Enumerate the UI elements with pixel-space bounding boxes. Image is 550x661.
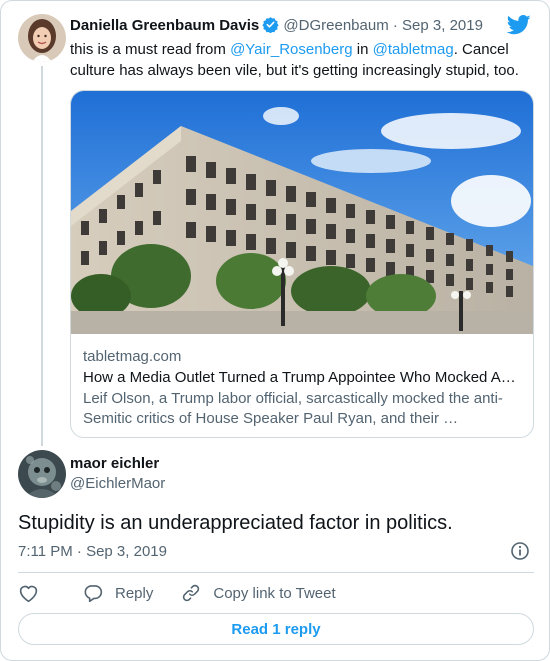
tweet-text: Stupidity is an underappreciated factor … bbox=[18, 512, 453, 534]
verified-badge-icon bbox=[262, 16, 279, 39]
author-name[interactable]: maor eichler bbox=[70, 454, 159, 474]
link-card-meta: tabletmag.com How a Media Outlet Turned … bbox=[83, 347, 523, 429]
thread-connector-line bbox=[41, 66, 43, 446]
text-segment: in bbox=[352, 41, 373, 58]
heart-icon bbox=[19, 585, 38, 603]
tweet-actions: Reply Copy link to Tweet bbox=[18, 582, 336, 604]
quoted-author-avatar[interactable] bbox=[18, 14, 66, 62]
copy-link-label: Copy link to Tweet bbox=[213, 584, 336, 602]
link-icon bbox=[183, 584, 200, 602]
read-replies-button[interactable]: Read 1 reply bbox=[18, 613, 534, 645]
reply-bubble-icon bbox=[84, 585, 103, 603]
actions-divider bbox=[18, 572, 534, 573]
quoted-tweet-text: this is a must read from @Yair_Rosenberg… bbox=[70, 39, 530, 81]
like-button[interactable] bbox=[18, 583, 51, 603]
quoted-tweet-date[interactable]: Sep 3, 2019 bbox=[402, 17, 483, 34]
author-avatar[interactable] bbox=[18, 450, 66, 498]
tweet-timestamp[interactable]: 7:11 PM · Sep 3, 2019 bbox=[18, 542, 167, 562]
link-title: How a Media Outlet Turned a Trump Appoin… bbox=[83, 369, 516, 386]
tweet-embed-card: Daniella Greenbaum Davis @DGreenbaum · S… bbox=[0, 0, 550, 661]
info-icon[interactable] bbox=[510, 541, 530, 566]
article-link-card[interactable]: tabletmag.com How a Media Outlet Turned … bbox=[70, 90, 534, 438]
link-domain: tabletmag.com bbox=[83, 348, 182, 365]
quoted-author-name[interactable]: Daniella Greenbaum Davis bbox=[70, 17, 259, 34]
quoted-author-handle[interactable]: @DGreenbaum bbox=[283, 17, 388, 34]
header-separator: · bbox=[392, 17, 398, 34]
twitter-bird-icon[interactable] bbox=[506, 15, 531, 40]
link-description: Leif Olson, a Trump labor official, sarc… bbox=[83, 390, 503, 427]
reply-button[interactable]: Reply bbox=[83, 583, 153, 603]
mention-link[interactable]: @Yair_Rosenberg bbox=[230, 41, 353, 58]
quoted-tweet-header: Daniella Greenbaum Davis @DGreenbaum · S… bbox=[70, 16, 483, 39]
copy-link-button[interactable]: Copy link to Tweet bbox=[181, 583, 336, 603]
mention-link[interactable]: @tabletmag bbox=[373, 41, 454, 58]
text-segment: this is a must read from bbox=[70, 41, 231, 58]
author-handle[interactable]: @EichlerMaor bbox=[70, 474, 165, 494]
article-image bbox=[71, 91, 533, 334]
reply-label: Reply bbox=[115, 584, 154, 602]
